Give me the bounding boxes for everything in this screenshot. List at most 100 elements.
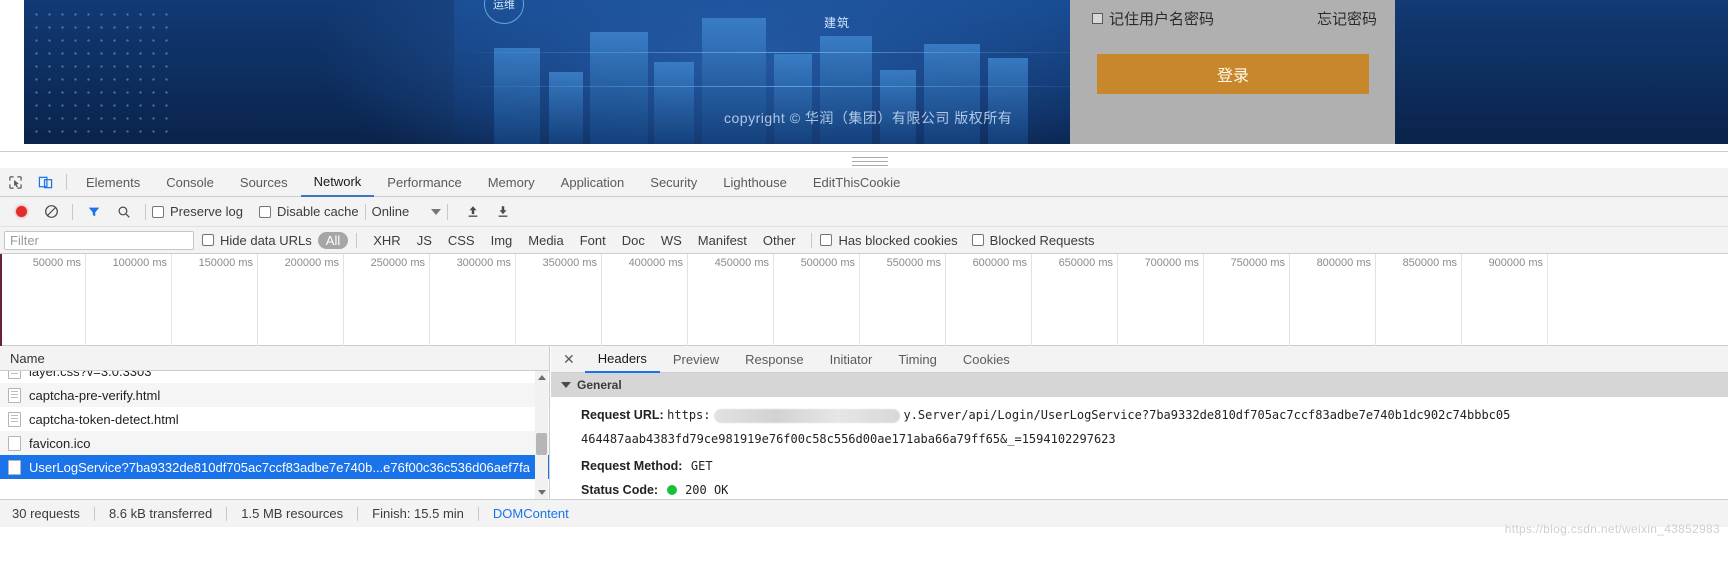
request-url-key: Request URL:: [581, 408, 664, 422]
forgot-password-link[interactable]: 忘记密码: [1317, 8, 1377, 29]
timeline-tick: 750000 ms: [1204, 254, 1290, 346]
type-filter-xhr[interactable]: XHR: [365, 232, 408, 249]
network-status-bar: 30 requests 8.6 kB transferred 1.5 MB re…: [0, 499, 1728, 527]
type-filter-media[interactable]: Media: [520, 232, 571, 249]
preserve-log-box-icon: [152, 205, 164, 218]
type-filter-all[interactable]: All: [317, 231, 349, 249]
detail-tab-preview[interactable]: Preview: [660, 346, 732, 373]
tab-memory[interactable]: Memory: [475, 168, 548, 197]
copyright-text: copyright © 华润（集团）有限公司 版权所有: [724, 110, 1013, 126]
timeline-tick: 600000 ms: [946, 254, 1032, 346]
tab-console[interactable]: Console: [153, 168, 227, 197]
throttling-select[interactable]: Online: [372, 204, 442, 219]
hero-building-label: 建筑: [824, 16, 851, 30]
preserve-log-checkbox[interactable]: Preserve log: [152, 204, 243, 219]
type-filter-js[interactable]: JS: [409, 232, 440, 249]
type-filter-css[interactable]: CSS: [440, 232, 483, 249]
status-ok-dot-icon: [666, 485, 677, 495]
type-filter-ws[interactable]: WS: [653, 232, 690, 249]
tab-sources[interactable]: Sources: [227, 168, 301, 197]
filter-input[interactable]: [4, 230, 194, 250]
timeline-tick: 500000 ms: [774, 254, 860, 346]
requests-column-header[interactable]: Name: [0, 346, 550, 371]
tab-editthiscookie[interactable]: EditThisCookie: [800, 168, 913, 197]
export-har-icon[interactable]: [488, 197, 518, 226]
import-har-icon[interactable]: [458, 197, 488, 226]
request-name: layer.css?v=3.0.3303: [29, 371, 152, 379]
list-item[interactable]: layer.css?v=3.0.3303: [0, 371, 549, 383]
detail-tabstrip: ✕ Headers Preview Response Initiator Tim…: [551, 346, 1728, 373]
viewport-bottom-gap: [0, 144, 1728, 151]
remember-me-label: 记住用户名密码: [1109, 10, 1215, 28]
blocked-requests-checkbox[interactable]: Blocked Requests: [971, 232, 1095, 248]
tab-elements[interactable]: Elements: [73, 168, 153, 197]
hide-data-urls-label: Hide data URLs: [220, 232, 312, 248]
clear-button[interactable]: [36, 197, 66, 226]
disable-cache-checkbox[interactable]: Disable cache: [258, 204, 359, 219]
list-item-selected[interactable]: UserLogService?7ba9332de810df705ac7ccf83…: [0, 455, 549, 479]
detail-tab-headers[interactable]: Headers: [584, 346, 660, 373]
record-dot-icon: [15, 206, 27, 217]
hero-right-fill: [1395, 0, 1728, 144]
watermark-text: https://blog.csdn.net/weixin_43852983: [1504, 522, 1720, 536]
scroll-up-icon[interactable]: [535, 371, 548, 384]
timeline-tick: 400000 ms: [602, 254, 688, 346]
preserve-log-label: Preserve log: [170, 204, 243, 219]
status-code-key: Status Code:: [581, 483, 659, 497]
timeline-tick: 250000 ms: [344, 254, 430, 346]
requests-list[interactable]: layer.css?v=3.0.3303 captcha-pre-verify.…: [0, 371, 550, 499]
status-resources: 1.5 MB resources: [241, 506, 344, 521]
login-button[interactable]: 登录: [1097, 54, 1369, 94]
toggle-device-toolbar-icon[interactable]: [30, 168, 60, 197]
list-item[interactable]: favicon.ico: [0, 431, 549, 455]
tab-security[interactable]: Security: [637, 168, 710, 197]
list-item[interactable]: captcha-token-detect.html: [0, 407, 549, 431]
timeline-tick: 900000 ms: [1462, 254, 1548, 346]
inspect-element-icon[interactable]: [0, 168, 30, 197]
request-method-key: Request Method:: [581, 459, 683, 473]
redacted-host-blur: [713, 408, 900, 423]
blocked-requests-label: Blocked Requests: [989, 232, 1095, 248]
document-icon: [8, 387, 21, 403]
request-url-path: y.Server/api/Login/UserLogService?7ba933…: [903, 408, 1511, 422]
type-filter-doc[interactable]: Doc: [614, 232, 653, 249]
toolbar-separator-3: [364, 203, 366, 220]
tab-application[interactable]: Application: [548, 168, 638, 197]
tab-lighthouse[interactable]: Lighthouse: [710, 168, 800, 197]
toolbar-separator-4: [447, 203, 449, 220]
has-blocked-cookies-checkbox[interactable]: Has blocked cookies: [820, 232, 958, 248]
detail-tab-cookies[interactable]: Cookies: [950, 346, 1023, 373]
close-icon[interactable]: ✕: [561, 352, 585, 366]
tab-performance[interactable]: Performance: [374, 168, 474, 197]
network-overview-timeline[interactable]: 50000 ms 100000 ms 150000 ms 200000 ms 2…: [0, 254, 1728, 346]
network-filter-bar: Hide data URLs All XHR JS CSS Img Media …: [0, 227, 1728, 254]
toolbar-separator-2: [145, 203, 146, 220]
document-icon: [8, 411, 21, 427]
record-button[interactable]: [6, 197, 36, 226]
devtools-resize-handle[interactable]: [852, 154, 888, 166]
column-header-name: Name: [10, 350, 45, 366]
type-filter-other[interactable]: Other: [755, 232, 804, 249]
scroll-down-icon[interactable]: [535, 486, 548, 499]
tab-network[interactable]: Network: [300, 168, 375, 197]
scrollbar-thumb[interactable]: [536, 433, 547, 455]
type-filter-manifest[interactable]: Manifest: [690, 232, 755, 249]
timeline-tick: 300000 ms: [430, 254, 516, 346]
list-item[interactable]: captcha-pre-verify.html: [0, 383, 549, 407]
general-section-header[interactable]: General: [551, 373, 1728, 397]
hide-data-urls-checkbox[interactable]: Hide data URLs: [202, 233, 312, 248]
detail-tab-timing[interactable]: Timing: [885, 346, 950, 373]
detail-tab-response[interactable]: Response: [732, 346, 817, 373]
search-icon[interactable]: [109, 197, 139, 226]
type-filter-img[interactable]: Img: [483, 232, 521, 249]
request-name: captcha-token-detect.html: [29, 411, 179, 427]
request-method-value: GET: [690, 459, 713, 473]
detail-tab-initiator[interactable]: Initiator: [817, 346, 886, 373]
document-icon: [8, 371, 21, 379]
remember-me-checkbox[interactable]: 记住用户名密码: [1092, 8, 1214, 29]
has-blocked-cookies-label: Has blocked cookies: [838, 232, 958, 248]
toolbar-separator-1: [72, 203, 73, 220]
filter-icon[interactable]: [79, 197, 109, 226]
requests-scrollbar[interactable]: [535, 371, 548, 499]
type-filter-font[interactable]: Font: [572, 232, 614, 249]
